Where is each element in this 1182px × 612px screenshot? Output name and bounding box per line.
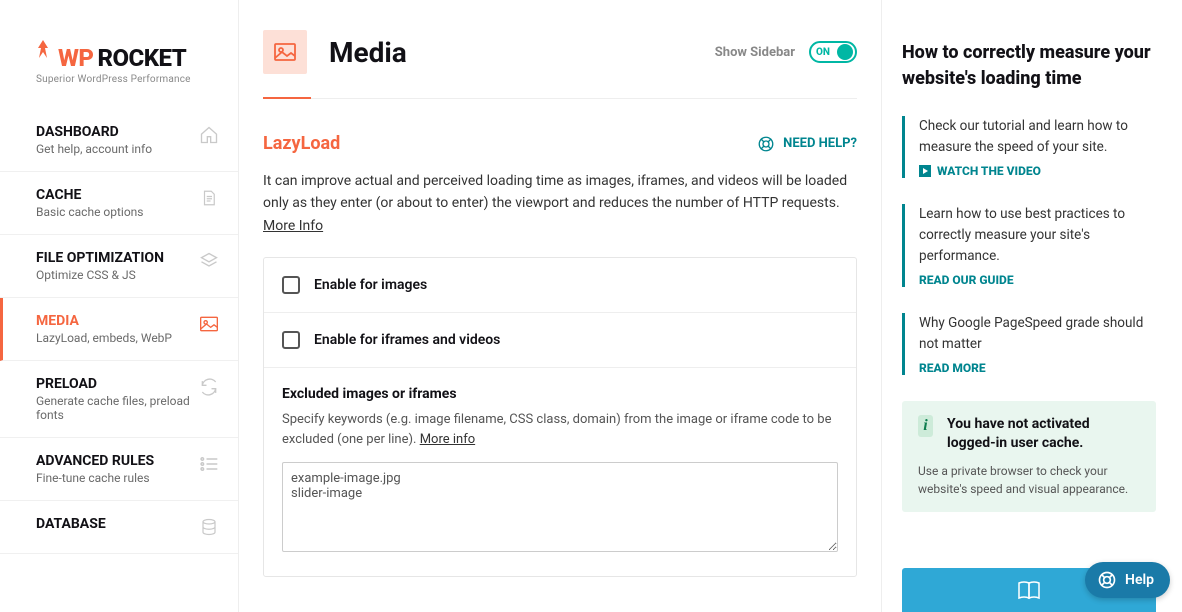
section-desc: It can improve actual and perceived load… (263, 170, 857, 237)
page-header: Media Show Sidebar ON (263, 30, 857, 99)
nav-title: CACHE (36, 187, 198, 203)
pagespeed-card: Why Google PageSpeed grade should not ma… (902, 313, 1156, 375)
play-icon (919, 165, 931, 177)
nav-title: DATABASE (36, 516, 198, 532)
database-icon (198, 516, 220, 538)
nav-title: MEDIA (36, 313, 198, 329)
file-icon (198, 187, 220, 209)
layers-icon (198, 250, 220, 272)
nav-sub: LazyLoad, embeds, WebP (36, 331, 198, 345)
read-guide-link[interactable]: READ OUR GUIDE (919, 273, 1156, 287)
logo-rocket: ROCKET (97, 44, 186, 72)
lifebuoy-icon (757, 135, 775, 153)
excluded-title: Excluded images or iframes (282, 386, 838, 402)
excluded-desc: Specify keywords (e.g. image filename, C… (282, 410, 838, 450)
nav-sub: Basic cache options (36, 205, 198, 219)
sidebar: WP ROCKET Superior WordPress Performance… (0, 0, 238, 612)
enable-iframes-label: Enable for iframes and videos (314, 332, 500, 348)
options-box: Enable for images Enable for iframes and… (263, 257, 857, 577)
logo: WP ROCKET Superior WordPress Performance (0, 0, 238, 109)
main: Media Show Sidebar ON LazyLoad NEED HELP… (238, 0, 882, 612)
info-message: You have not activated logged-in user ca… (947, 415, 1140, 454)
nav-file-optimization[interactable]: FILE OPTIMIZATION Optimize CSS & JS (0, 235, 238, 298)
logo-rocket-icon (36, 40, 50, 66)
nav-title: DASHBOARD (36, 124, 198, 140)
nav-cache[interactable]: CACHE Basic cache options (0, 172, 238, 235)
page-title: Media (329, 36, 407, 69)
enable-iframes-row: Enable for iframes and videos (264, 313, 856, 368)
help-fab[interactable]: Help (1085, 562, 1170, 598)
help-text: NEED HELP? (783, 136, 857, 151)
nav-title: PRELOAD (36, 376, 198, 392)
help-fab-label: Help (1125, 572, 1154, 588)
excluded-block: Excluded images or iframes Specify keywo… (264, 368, 856, 576)
nav-title: FILE OPTIMIZATION (36, 250, 198, 266)
enable-images-checkbox[interactable] (282, 276, 300, 294)
nav-sub: Get help, account info (36, 142, 198, 156)
enable-iframes-checkbox[interactable] (282, 331, 300, 349)
section-title: LazyLoad (263, 133, 340, 154)
media-icon (263, 30, 307, 74)
more-info-link[interactable]: More Info (263, 218, 323, 234)
need-help-link[interactable]: NEED HELP? (757, 135, 857, 153)
toggle-label: Show Sidebar (715, 45, 795, 60)
card-text: Check our tutorial and learn how to meas… (919, 116, 1156, 158)
lazyload-section: LazyLoad NEED HELP? It can improve actua… (263, 99, 857, 587)
nav-title: ADVANCED RULES (36, 453, 198, 469)
lifebuoy-icon (1097, 570, 1117, 590)
list-icon (198, 453, 220, 475)
home-icon (198, 124, 220, 146)
refresh-icon (198, 376, 220, 398)
right-sidebar: How to correctly measure your website's … (882, 0, 1182, 612)
read-more-link[interactable]: READ MORE (919, 361, 1156, 375)
card-text: Why Google PageSpeed grade should not ma… (919, 313, 1156, 355)
book-icon (1016, 580, 1042, 600)
sidebar-toggle[interactable]: ON (809, 41, 857, 63)
logo-wp: WP (58, 44, 93, 72)
info-subtext: Use a private browser to check your webs… (918, 462, 1140, 498)
tutorial-card: Check our tutorial and learn how to meas… (902, 116, 1156, 178)
nav-sub: Fine-tune cache rules (36, 471, 198, 485)
nav-sub: Generate cache files, preload fonts (36, 394, 198, 422)
enable-images-row: Enable for images (264, 258, 856, 313)
excluded-textarea[interactable] (282, 462, 838, 552)
logo-subtitle: Superior WordPress Performance (36, 74, 202, 85)
watch-video-link[interactable]: WATCH THE VIDEO (919, 164, 1156, 178)
sidebar-toggle-group: Show Sidebar ON (715, 41, 857, 63)
nav-advanced-rules[interactable]: ADVANCED RULES Fine-tune cache rules (0, 438, 238, 501)
nav: DASHBOARD Get help, account info CACHE Bas… (0, 109, 238, 554)
nav-sub: Optimize CSS & JS (36, 268, 198, 282)
excluded-more-info-link[interactable]: More info (420, 432, 475, 447)
info-box: i You have not activated logged-in user … (902, 401, 1156, 512)
right-title: How to correctly measure your website's … (902, 40, 1156, 92)
nav-dashboard[interactable]: DASHBOARD Get help, account info (0, 109, 238, 172)
toggle-on-text: ON (813, 47, 830, 58)
enable-images-label: Enable for images (314, 277, 427, 293)
nav-database[interactable]: DATABASE (0, 501, 238, 554)
nav-preload[interactable]: PRELOAD Generate cache files, preload fon… (0, 361, 238, 438)
guide-card: Learn how to use best practices to corre… (902, 204, 1156, 287)
nav-media[interactable]: MEDIA LazyLoad, embeds, WebP (0, 298, 238, 361)
info-icon: i (918, 415, 933, 437)
card-text: Learn how to use best practices to corre… (919, 204, 1156, 267)
image-icon (198, 313, 220, 335)
toggle-knob (837, 44, 853, 60)
